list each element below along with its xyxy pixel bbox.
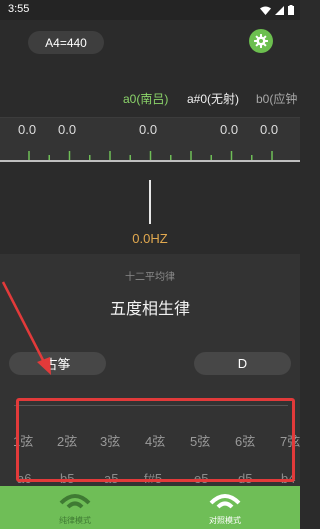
frequency-readout: 0.0HZ [132, 231, 168, 246]
status-time: 3:55 [8, 3, 30, 15]
annotation-arrow-icon [1, 281, 51, 375]
status-bar: 3:55 [0, 0, 300, 20]
a4-reference-button[interactable]: A4=440 [28, 31, 104, 54]
status-icons [260, 5, 294, 15]
battery-icon [288, 5, 294, 15]
wave-icon [59, 494, 91, 509]
wave-icon [209, 494, 241, 509]
bottom-nav: 纯律模式 对照模式 [0, 486, 300, 529]
gear-icon [254, 34, 268, 48]
highlight-box [16, 398, 295, 482]
nav-tab-compare-mode[interactable]: 对照模式 [150, 486, 300, 529]
nav-label: 对照模式 [209, 516, 241, 525]
wifi-icon [260, 6, 271, 15]
note-item[interactable]: a0(南吕) [123, 90, 168, 106]
note-strip: a0(南吕) a#0(无射) b0(应钟 [0, 88, 300, 106]
settings-button[interactable] [249, 29, 273, 53]
nav-tab-pure-mode[interactable]: 纯律模式 [0, 486, 150, 529]
key-select[interactable]: D [194, 352, 291, 375]
signal-icon [275, 5, 284, 15]
note-item[interactable]: b0(应钟 [256, 90, 297, 106]
note-item[interactable]: a#0(无射) [187, 90, 239, 106]
cents-meter: 0.0 0.0 0.0 0.0 0.0 [0, 117, 300, 162]
tuning-needle [149, 180, 151, 224]
nav-label: 纯律模式 [59, 516, 91, 525]
meter-scale [0, 151, 300, 162]
